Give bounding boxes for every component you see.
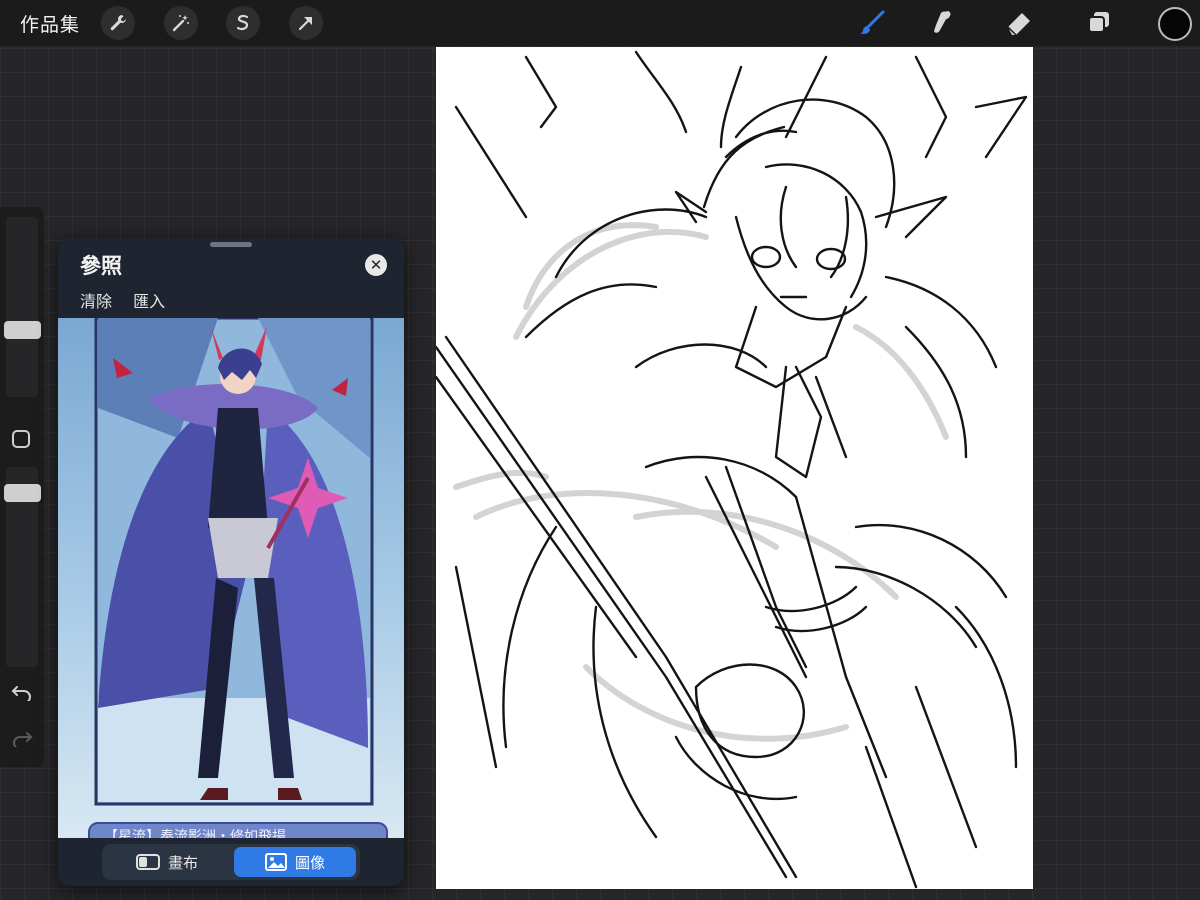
caption-text: 【星流】奉流影洲・修如飛揚 [104,829,286,838]
canvas-mode-button[interactable]: 畫布 [106,847,228,877]
clear-button[interactable]: 清除 [80,292,112,311]
magic-wand-icon[interactable] [164,6,198,40]
reference-title: 參照 [80,254,122,278]
character-artwork [94,318,374,806]
undo-icon[interactable] [11,683,33,705]
selection-icon[interactable] [226,6,260,40]
reference-actions: 清除 匯入 [80,288,181,312]
brush-icon[interactable] [853,4,891,42]
image-mode-button[interactable]: 圖像 [234,847,356,877]
brush-size-slider[interactable] [6,217,38,397]
gallery-button[interactable]: 作品集 [20,10,80,37]
wrench-icon[interactable] [101,6,135,40]
panel-grabber[interactable] [210,242,252,247]
import-button[interactable]: 匯入 [133,292,165,311]
color-picker[interactable] [1158,7,1192,41]
drawing-canvas[interactable] [436,47,1033,889]
image-icon [264,853,287,871]
redo-icon[interactable] [11,729,33,751]
top-toolbar: 作品集 [0,0,1200,46]
brush-size-thumb[interactable] [4,321,41,339]
canvas-mode-label: 畫布 [167,853,198,872]
layers-icon[interactable] [1080,4,1118,42]
close-icon[interactable]: ✕ [365,254,387,276]
left-sidebar [0,207,44,767]
caption-banner: 【星流】奉流影洲・修如飛揚 [88,822,388,838]
canvas-toggle-icon [135,854,160,870]
reference-image[interactable]: 【星流】奉流影洲・修如飛揚 [58,318,404,838]
square-modify-icon[interactable] [12,430,30,448]
eraser-icon[interactable] [1000,4,1038,42]
sketch-artwork [436,50,1028,889]
transform-arrow-icon[interactable] [289,6,323,40]
opacity-thumb[interactable] [4,484,41,502]
image-mode-label: 圖像 [294,853,325,872]
smudge-icon[interactable] [924,4,962,42]
reference-panel[interactable]: 參照 清除 匯入 ✕ 【星流】奉流影洲・修如飛揚 畫布 圖像 [58,238,404,886]
reference-mode-toggle: 畫布 圖像 [102,844,360,880]
